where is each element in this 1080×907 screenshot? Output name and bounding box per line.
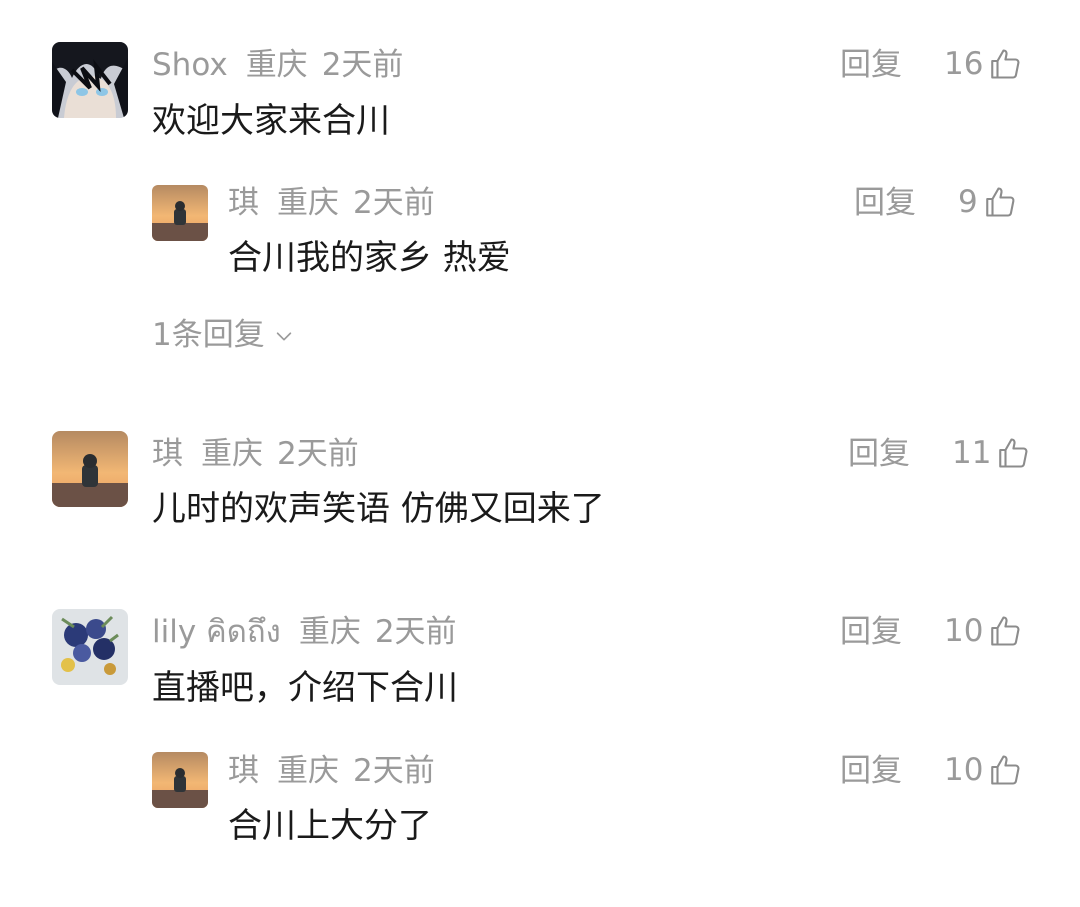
timestamp: 2天前 (353, 185, 435, 221)
sunset-avatar-image (152, 752, 208, 808)
sunset-avatar-image (152, 185, 208, 241)
username[interactable]: Shox (152, 47, 228, 83)
location: 重庆 (298, 614, 361, 650)
like-button[interactable]: 9 (958, 184, 1018, 220)
like-button[interactable]: 10 (944, 613, 1023, 649)
thumbs-up-icon (991, 616, 1020, 646)
timestamp: 2天前 (353, 753, 435, 789)
comment-text: 儿时的欢声笑语 仿佛又回来了 (152, 489, 605, 529)
comment-item: Shox 重庆 2天前 欢迎大家来合川 回复 16 琪重庆 2天前 合川我的家乡 热爱 (0, 0, 1080, 360)
avatar[interactable] (152, 185, 208, 241)
location: 重庆 (201, 436, 263, 472)
timestamp: 2天前 (321, 47, 404, 83)
thumbs-up-icon (999, 438, 1028, 468)
location: 重庆 (245, 47, 308, 83)
like-count: 16 (944, 45, 984, 82)
expand-replies-button[interactable]: 1条回复 (152, 320, 295, 351)
thumbs-up-icon (991, 49, 1020, 79)
like-button[interactable]: 10 (944, 752, 1023, 788)
reply-button[interactable]: 回复 (840, 50, 902, 81)
username[interactable]: lily คิดถึง (152, 614, 281, 650)
like-count: 10 (944, 751, 984, 788)
comment-item: 琪重庆 2天前 儿时的欢声笑语 仿佛又回来了 回复 11 (0, 400, 1080, 560)
avatar[interactable] (52, 609, 128, 685)
username[interactable]: 琪 (228, 753, 259, 789)
thumbs-up-icon (991, 755, 1020, 785)
reply-button[interactable]: 回复 (840, 617, 902, 648)
comment-item: lily คิดถึง 重庆 2天前 直播吧，介绍下合川 回复 10 琪重庆 2天前 (0, 580, 1080, 880)
comment-text: 欢迎大家来合川 (152, 101, 390, 141)
location: 重庆 (277, 753, 339, 789)
like-count: 9 (958, 183, 978, 220)
thumbs-up-icon (985, 187, 1015, 217)
reply-meta: 琪重庆 2天前 (228, 188, 449, 219)
anime-avatar-image (52, 42, 128, 118)
avatar[interactable] (52, 42, 128, 118)
expand-replies-label: 1条回复 (152, 317, 265, 353)
username[interactable]: 琪 (152, 436, 183, 472)
timestamp: 2天前 (374, 614, 457, 650)
location: 重庆 (277, 185, 339, 221)
reply-button[interactable]: 回复 (854, 188, 916, 219)
like-count: 11 (952, 434, 992, 471)
reply-text: 合川我的家乡 热爱 (228, 238, 511, 278)
reply-button[interactable]: 回复 (848, 439, 910, 470)
like-button[interactable]: 11 (952, 435, 1031, 471)
like-button[interactable]: 16 (944, 46, 1023, 82)
comment-text: 直播吧，介绍下合川 (152, 668, 458, 708)
comment-meta: Shox 重庆 2天前 (152, 50, 417, 81)
reply-text: 合川上大分了 (228, 806, 432, 846)
avatar[interactable] (52, 431, 128, 507)
comment-meta: lily คิดถึง 重庆 2天前 (152, 617, 471, 648)
reply-meta: 琪重庆 2天前 (228, 756, 449, 787)
avatar[interactable] (152, 752, 208, 808)
sunset-avatar-image (52, 431, 128, 507)
like-count: 10 (944, 612, 984, 649)
username[interactable]: 琪 (228, 185, 259, 221)
chevron-down-icon (276, 331, 291, 340)
comment-meta: 琪重庆 2天前 (152, 439, 373, 470)
timestamp: 2天前 (277, 436, 359, 472)
flowers-avatar-image (52, 609, 128, 685)
reply-button[interactable]: 回复 (840, 756, 902, 787)
